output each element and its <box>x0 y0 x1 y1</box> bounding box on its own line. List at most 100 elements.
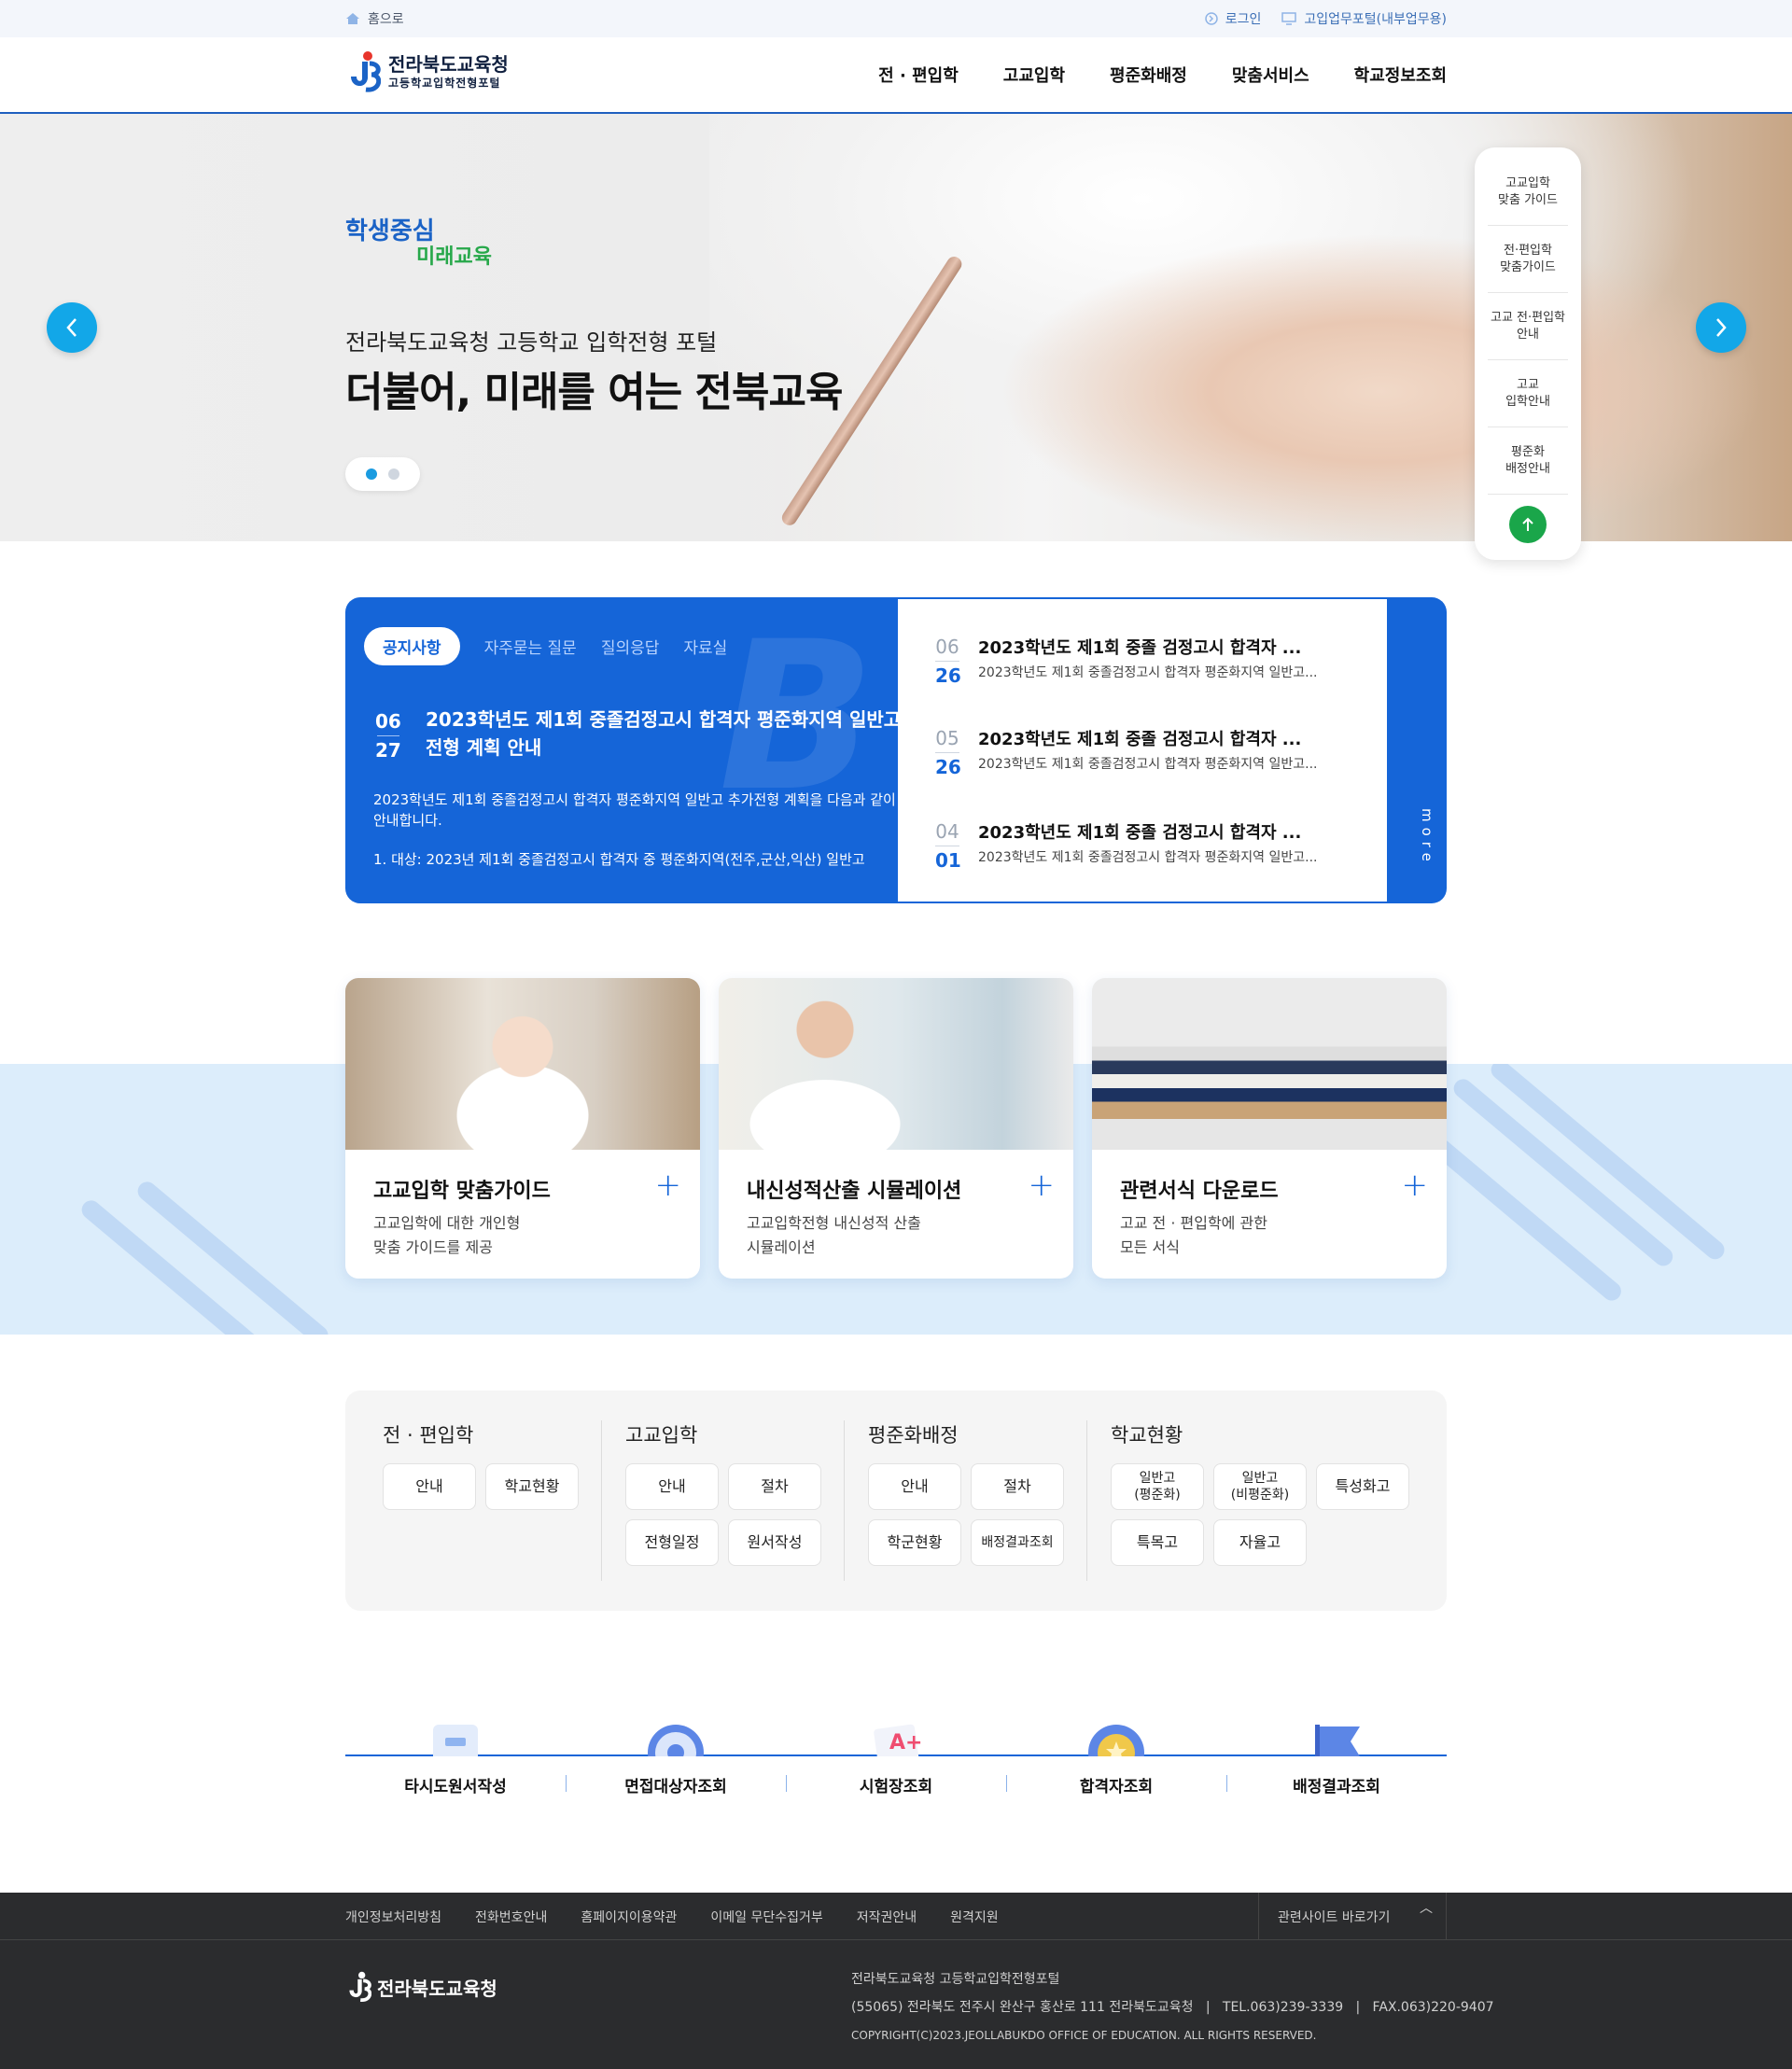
footer-link-terms[interactable]: 홈페이지이용약관 <box>581 1908 677 1926</box>
item-desc: 2023학년도 제1회 중졸검정고시 합격자 평준화지역 일반고... <box>978 665 1318 680</box>
home-label: 홈으로 <box>368 12 404 27</box>
shortcut-button[interactable]: 특성화고 <box>1316 1463 1409 1510</box>
more-link[interactable]: more <box>1419 808 1435 867</box>
shortcut-button[interactable]: 안내 <box>868 1463 961 1510</box>
slogan-future: 미래교육 <box>416 245 492 269</box>
shortcut-heading: 평준화배정 <box>868 1424 959 1447</box>
shortcut-button[interactable]: 자율고 <box>1213 1519 1307 1566</box>
home-link[interactable]: 홈으로 <box>345 9 404 28</box>
footer-logo: 전라북도교육청 <box>345 1971 497 2003</box>
shortcut-button[interactable]: 원서작성 <box>728 1519 821 1566</box>
shortcut-button[interactable]: 안내 <box>625 1463 719 1510</box>
tab-archive[interactable]: 자료실 <box>683 635 727 658</box>
featured-body: 2023학년도 제1회 중졸검정고시 합격자 평준화지역 일반고 추가전형 계획… <box>373 791 896 829</box>
shortcut-heading: 고교입학 <box>625 1424 698 1447</box>
login-link[interactable]: 로그인 <box>1205 9 1261 28</box>
logo-title: 전라북도교육청 <box>388 52 509 76</box>
item-day: 26 <box>935 664 961 687</box>
student-boy-photo <box>719 978 1073 1150</box>
shortcut-button[interactable]: 절차 <box>728 1463 821 1510</box>
tab-qna[interactable]: 질의응답 <box>601 635 660 658</box>
nav-admission[interactable]: 고교입학 <box>1003 63 1065 87</box>
quick-menu: 고교입학 맞춤 가이드 전·편입학 맞춤가이드 고교 전·편입학 안내 고교 입… <box>1475 147 1581 560</box>
featured-title[interactable]: 2023학년도 제1회 중졸검정고시 합격자 평준화지역 일반고 추가전형 계획… <box>426 706 948 762</box>
footer-logo-text: 전라북도교육청 <box>377 1977 497 2000</box>
quick-equalization-info[interactable]: 평준화 배정안내 <box>1488 427 1568 495</box>
footer-info: 전라북도교육청 고등학교입학전형포털 (55065) 전라북도 전주시 완산구 … <box>851 1965 1494 2049</box>
shortcut-button[interactable]: 학교현황 <box>485 1463 579 1510</box>
item-desc: 2023학년도 제1회 중졸검정고시 합격자 평준화지역 일반고... <box>978 850 1318 865</box>
footer-link-email[interactable]: 이메일 무단수집거부 <box>710 1908 822 1926</box>
footer-org: 전라북도교육청 고등학교입학전형포털 <box>851 1972 1060 1987</box>
shortcut-button[interactable]: 특목고 <box>1111 1519 1204 1566</box>
slogan-student: 학생중심 <box>345 217 435 245</box>
card-form-download[interactable]: 관련서식 다운로드 고교 전 · 편입학에 관한 모든 서식 + <box>1092 978 1447 1279</box>
plus-icon[interactable]: + <box>655 1167 682 1204</box>
chevron-up-icon: ︿ <box>1420 1901 1433 1916</box>
card-title: 고교입학 맞춤가이드 <box>373 1180 551 1203</box>
related-sites-label: 관련사이트 바로가기 <box>1278 1910 1391 1925</box>
tab-faq[interactable]: 자주묻는 질문 <box>484 635 577 658</box>
icon-link-label: 합격자조회 <box>1079 1778 1154 1796</box>
chevron-left-icon <box>66 318 77 337</box>
service-cards: 고교입학 맞춤가이드 고교입학에 대한 개인형 맞춤 가이드를 제공 + 내신성… <box>345 978 1447 1279</box>
shortcut-button[interactable]: 안내 <box>383 1463 476 1510</box>
home-icon <box>346 13 359 24</box>
quick-admission-guide[interactable]: 고교입학 맞춤 가이드 <box>1488 159 1568 226</box>
nav-school-info[interactable]: 학교정보조회 <box>1354 63 1447 87</box>
shortcut-admission: 고교입학 안내 절차 전형일정 원서작성 <box>625 1420 821 1566</box>
medal-icon <box>1088 1725 1144 1756</box>
shortcut-button[interactable]: 일반고 (비평준화) <box>1213 1463 1307 1510</box>
monitor-icon <box>1281 12 1297 25</box>
footer-link-copyright[interactable]: 저작권안내 <box>857 1908 917 1926</box>
jb-logo-icon <box>349 1971 371 2002</box>
icon-link-label: 타시도원서작성 <box>404 1778 507 1796</box>
grade-a-plus-icon: A+ <box>874 1724 922 1756</box>
slide-dot-2[interactable] <box>388 468 399 480</box>
portal-link[interactable]: 고입업무포털(내부업무용) <box>1281 9 1447 28</box>
plus-icon[interactable]: + <box>1029 1167 1056 1204</box>
item-day: 01 <box>935 849 961 872</box>
footer-link-remote[interactable]: 원격지원 <box>950 1908 999 1926</box>
main-nav: 전 · 편입학 고교입학 평준화배정 맞춤서비스 학교정보조회 <box>878 63 1447 87</box>
quick-admission-info[interactable]: 고교 입학안내 <box>1488 360 1568 427</box>
shortcut-button[interactable]: 학군현황 <box>868 1519 961 1566</box>
nav-custom-service[interactable]: 맞춤서비스 <box>1232 63 1309 87</box>
next-slide-button[interactable] <box>1696 302 1746 353</box>
card-grade-simulation[interactable]: 내신성적산출 시뮬레이션 고교입학전형 내신성적 산출 시뮬레이션 + <box>719 978 1073 1279</box>
notice-board: B 공지사항 자주묻는 질문 질의응답 자료실 06 27 2023학년도 제1… <box>345 597 1447 903</box>
tab-notice[interactable]: 공지사항 <box>364 627 460 665</box>
shortcut-button[interactable]: 전형일정 <box>625 1519 719 1566</box>
portal-label: 고입업무포털(내부업무용) <box>1304 12 1447 27</box>
prev-slide-button[interactable] <box>47 302 97 353</box>
featured-date: 06 27 <box>375 707 401 764</box>
notice-tabs: 공지사항 자주묻는 질문 질의응답 자료실 <box>364 627 727 665</box>
quick-transfer-info[interactable]: 고교 전·편입학 안내 <box>1488 293 1568 360</box>
arrow-up-icon <box>1522 517 1533 531</box>
footer-link-privacy[interactable]: 개인정보처리방침 <box>345 1908 441 1926</box>
icon-link-label: 면접대상자조회 <box>624 1778 727 1796</box>
documents-photo <box>1092 978 1447 1150</box>
plus-icon[interactable]: + <box>1402 1167 1429 1204</box>
site-logo[interactable]: 전라북도교육청 고등학교입학전형포털 <box>345 50 509 93</box>
item-day: 26 <box>935 756 961 778</box>
slide-dot-1[interactable] <box>366 468 377 480</box>
flag-icon <box>1315 1725 1360 1756</box>
related-sites-select[interactable]: 관련사이트 바로가기 ︿ <box>1258 1893 1447 1939</box>
notice-list: 06 26 2023학년도 제1회 중졸 검정고시 합격자 ... 2023학년도… <box>898 599 1387 902</box>
quick-transfer-guide[interactable]: 전·편입학 맞춤가이드 <box>1488 226 1568 293</box>
shortcut-button[interactable]: 배정결과조회 <box>971 1519 1064 1566</box>
svg-text:A+: A+ <box>889 1731 922 1754</box>
nav-equalization[interactable]: 평준화배정 <box>1110 63 1187 87</box>
shortcut-button[interactable]: 일반고 (평준화) <box>1111 1463 1204 1510</box>
nav-transfer[interactable]: 전 · 편입학 <box>878 63 959 87</box>
scroll-top-button[interactable] <box>1509 506 1547 543</box>
login-icon <box>1205 12 1218 25</box>
card-admission-guide[interactable]: 고교입학 맞춤가이드 고교입학에 대한 개인형 맞춤 가이드를 제공 + <box>345 978 700 1279</box>
icon-link-label: 배정결과조회 <box>1293 1778 1380 1796</box>
footer-copyright: COPYRIGHT(C)2023.JEOLLABUKDO OFFICE OF E… <box>851 2029 1317 2042</box>
shortcut-equalization: 평준화배정 안내 절차 학군현황 배정결과조회 <box>868 1420 1064 1566</box>
item-title: 2023학년도 제1회 중졸 검정고시 합격자 ... <box>978 823 1302 843</box>
shortcut-button[interactable]: 절차 <box>971 1463 1064 1510</box>
footer-link-phone[interactable]: 전화번호안내 <box>475 1908 547 1926</box>
